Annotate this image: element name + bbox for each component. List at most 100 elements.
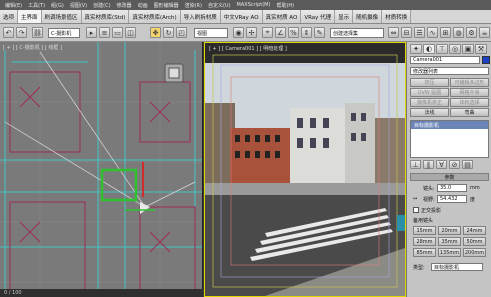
viewport-label-left[interactable]: [ + ] [ C-摄影机 ] [ 线框 ] — [3, 44, 62, 51]
params-rollout-header[interactable]: 参数 — [410, 173, 489, 181]
camera-type-value: 目标摄影机 — [434, 264, 460, 271]
select-object-icon[interactable]: ▸ — [86, 27, 97, 38]
menu-item[interactable]: 图形编辑器 — [151, 2, 182, 9]
rect-select-icon[interactable]: ▭ — [112, 27, 123, 38]
lens-35mm-button[interactable]: 35mm — [438, 237, 461, 246]
reference-coord-value: 视图 — [197, 30, 208, 37]
tab-item[interactable]: 导入刷拆材质 — [180, 10, 221, 23]
tab-item[interactable]: 真实材质库(Std) — [81, 10, 130, 23]
tab-item[interactable]: 中文VRay AO — [220, 10, 263, 23]
stack-item-target-camera[interactable]: 目标摄影机 — [411, 121, 488, 129]
menu-item[interactable]: 自定义(U) — [205, 2, 234, 9]
lens-15mm-button[interactable]: 15mm — [413, 226, 436, 235]
viewport-top-wireframe[interactable]: [ + ] [ C-摄影机 ] [ 线框 ] — [0, 42, 203, 297]
camera-correction-button[interactable]: 摄像机校正 — [410, 98, 449, 107]
squeeze-button[interactable]: 挤压 — [410, 78, 449, 87]
menu-item[interactable]: 编辑(E) — [2, 2, 25, 9]
tab-item[interactable]: 刷调场景值区 — [41, 10, 82, 23]
render-icon[interactable]: ☕ — [479, 27, 490, 38]
create-tab-icon[interactable]: ✦ — [410, 44, 422, 54]
select-by-name-icon[interactable]: ≡ — [99, 27, 110, 38]
lens-field[interactable]: 35.0 — [437, 184, 467, 192]
camera-type-select[interactable]: 目标摄影机 — [431, 263, 483, 271]
named-selection-sets-select[interactable]: 创建选择集 — [330, 28, 384, 38]
bend-button[interactable]: 弯曲 — [450, 108, 489, 117]
material-editor-icon[interactable]: ◍ — [453, 27, 464, 38]
menu-item[interactable]: 视图(V) — [67, 2, 90, 9]
motion-tab-icon[interactable]: ◎ — [449, 44, 461, 54]
normal-button[interactable]: 法线 — [410, 108, 449, 117]
viewport-camera-shaded[interactable]: [ + ] [ Camera001 ] [ 明暗处理 ] — [204, 42, 406, 297]
remove-modifier-icon[interactable]: ⊘ — [449, 160, 460, 169]
menu-item[interactable]: 帮助(H) — [273, 2, 297, 9]
lens-value: 35.0 — [440, 185, 452, 191]
fov-direction-icon[interactable]: ↔ — [413, 196, 417, 202]
select-manipulate-icon[interactable]: ✢ — [246, 27, 257, 38]
tab-item[interactable]: 显示 — [335, 10, 354, 23]
window-crossing-icon[interactable]: ◫ — [125, 27, 136, 38]
reference-coord-select[interactable]: 视图 — [194, 28, 228, 38]
menu-item[interactable]: 修改器 — [114, 2, 135, 9]
align-icon[interactable]: ⊟ — [401, 27, 412, 38]
redo-icon[interactable]: ↷ — [16, 27, 27, 38]
menu-item[interactable]: 工具(T) — [25, 2, 48, 9]
modifier-list-select[interactable]: 修改器列表 — [410, 67, 489, 75]
undo-icon[interactable]: ↶ — [3, 27, 14, 38]
render-setup-icon[interactable]: ⚙ — [466, 27, 477, 38]
lens-50mm-button[interactable]: 50mm — [463, 237, 486, 246]
curve-editor-icon[interactable]: ∿ — [427, 27, 438, 38]
tab-item[interactable]: 选项 — [0, 10, 19, 23]
snap-icon[interactable]: ⌖ — [262, 27, 273, 38]
configure-sets-icon[interactable]: ▤ — [462, 160, 473, 169]
schematic-view-icon[interactable]: ⊞ — [440, 27, 451, 38]
tab-item[interactable]: 材质转换 — [382, 10, 412, 23]
tab-item[interactable]: 随机摄像 — [353, 10, 383, 23]
spinner-snap-icon[interactable]: ⇕ — [301, 27, 312, 38]
menu-item[interactable]: 动画 — [135, 2, 151, 9]
modify-tab-icon[interactable]: ◐ — [423, 44, 435, 54]
lens-200mm-button[interactable]: 200mm — [463, 248, 486, 257]
menu-item[interactable]: 创建(C) — [90, 2, 113, 9]
percent-snap-icon[interactable]: % — [288, 27, 299, 38]
modifier-stack[interactable]: 目标摄影机 — [410, 120, 489, 158]
link-icon[interactable]: ⛓ — [32, 27, 43, 38]
uvw-map-button[interactable]: UVW 贴图 — [410, 88, 449, 97]
layer-manager-icon[interactable]: ☰ — [414, 27, 425, 38]
orthographic-checkbox[interactable] — [413, 207, 419, 213]
tab-item[interactable]: 真实材质 AO — [262, 10, 302, 23]
viewport-label-right[interactable]: [ + ] [ Camera001 ] [ 明暗处理 ] — [209, 45, 287, 52]
lens-20mm-button[interactable]: 20mm — [438, 226, 461, 235]
fov-value: 54.432 — [440, 196, 458, 202]
rotate-icon[interactable]: ↻ — [163, 27, 174, 38]
menu-item[interactable]: 渲染(R) — [182, 2, 205, 9]
fov-label: 视野: — [423, 197, 435, 203]
hierarchy-tab-icon[interactable]: ⊤ — [436, 44, 448, 54]
lens-24mm-button[interactable]: 24mm — [463, 226, 486, 235]
angle-snap-icon[interactable]: ∠ — [275, 27, 286, 38]
tab-item[interactable]: VRay 代理 — [301, 10, 336, 23]
show-end-result-icon[interactable]: ∥ — [423, 160, 434, 169]
menu-item[interactable]: MAXScript(M) — [234, 2, 274, 8]
editable-poly-button[interactable]: 可编辑多边形 — [450, 78, 489, 87]
meshsmooth-button[interactable]: 网格平滑 — [450, 88, 489, 97]
selection-filter-select[interactable]: C-摄影机 — [48, 28, 80, 38]
lens-135mm-button[interactable]: 135mm — [438, 248, 461, 257]
mirror-icon[interactable]: ⇔ — [388, 27, 399, 38]
display-tab-icon[interactable]: ▣ — [462, 44, 474, 54]
object-color-swatch[interactable] — [482, 56, 490, 64]
lens-28mm-button[interactable]: 28mm — [413, 237, 436, 246]
move-icon[interactable]: ✥ — [150, 27, 161, 38]
edit-named-sets-icon[interactable]: ✎ — [314, 27, 325, 38]
fov-field[interactable]: 54.432 — [437, 195, 467, 203]
vol-select-button[interactable]: 体积选择 — [450, 98, 489, 107]
scale-icon[interactable]: ◰ — [176, 27, 187, 38]
make-unique-icon[interactable]: ∀ — [436, 160, 447, 169]
utilities-tab-icon[interactable]: ⚒ — [475, 44, 487, 54]
tab-item[interactable]: 真实材质库(Arch) — [129, 10, 181, 23]
lens-85mm-button[interactable]: 85mm — [413, 248, 436, 257]
tab-item[interactable]: 主界面 — [18, 10, 42, 23]
menu-item[interactable]: 组(G) — [48, 2, 67, 9]
pivot-icon[interactable]: ◉ — [233, 27, 244, 38]
object-name-field[interactable]: Camera001 — [410, 56, 480, 64]
pin-stack-icon[interactable]: ⊥ — [410, 160, 421, 169]
